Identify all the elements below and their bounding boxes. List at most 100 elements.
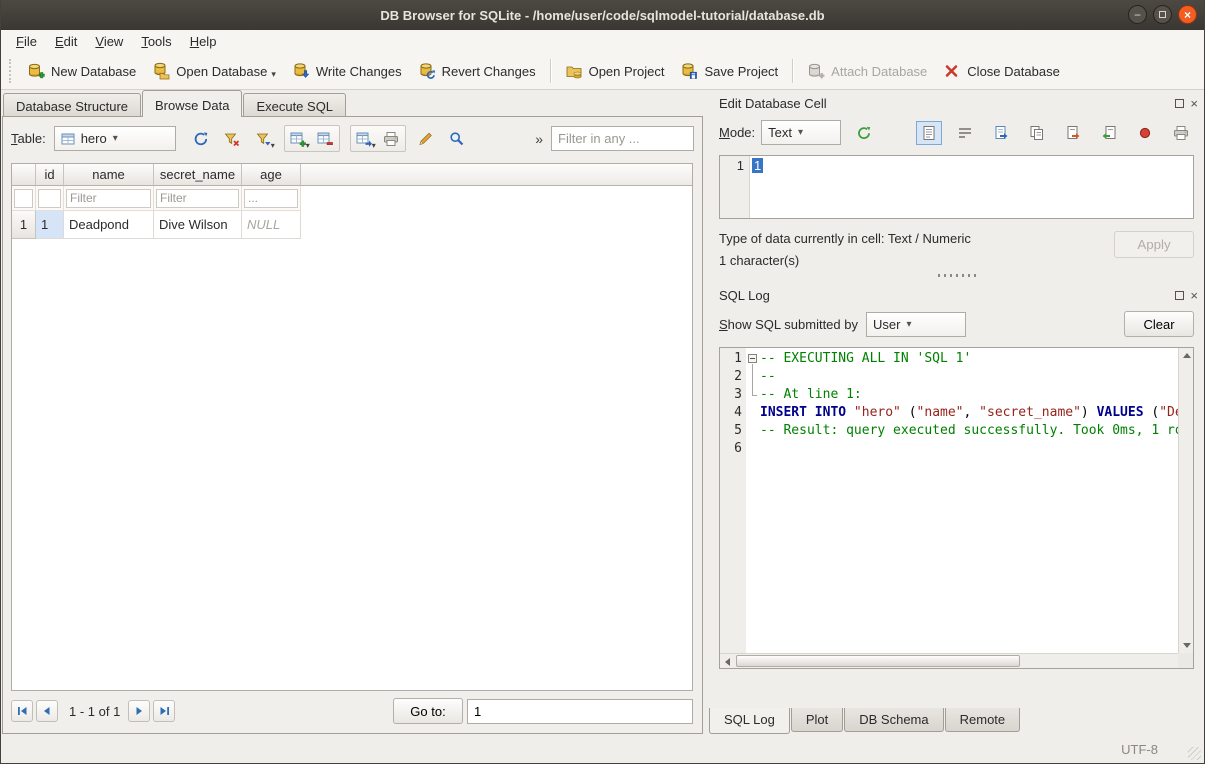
cell-editor[interactable]: 1 1 — [719, 155, 1194, 219]
filter-row-header[interactable] — [14, 189, 33, 208]
toolbar-overflow-chevron[interactable]: » — [531, 131, 547, 147]
scroll-up-icon[interactable] — [1183, 353, 1191, 358]
titlebar[interactable]: DB Browser for SQLite - /home/user/code/… — [1, 0, 1204, 30]
maximize-button[interactable] — [1153, 5, 1172, 24]
text-mode-button[interactable] — [916, 121, 942, 145]
column-header-secret-name[interactable]: secret_name — [154, 164, 242, 186]
close-database-button[interactable]: Close Database — [935, 57, 1068, 85]
export-table-button[interactable]: ▾ — [351, 126, 378, 151]
tab-database-structure[interactable]: Database Structure — [3, 93, 141, 117]
clear-filters-button[interactable] — [219, 126, 246, 151]
open-project-button[interactable]: Open Project — [557, 57, 673, 85]
filter-input-secret-name[interactable] — [156, 189, 239, 208]
close-button[interactable]: × — [1178, 5, 1197, 24]
dock-close-icon[interactable]: × — [1190, 97, 1198, 110]
save-filters-button[interactable]: ▾ — [250, 126, 277, 151]
sql-log-dock-header: SQL Log × — [709, 282, 1204, 306]
write-changes-button[interactable]: Write Changes — [284, 57, 410, 85]
data-grid[interactable]: id name secret_name age 1 1 — [11, 163, 693, 691]
encoding-label: UTF-8 — [1121, 742, 1158, 757]
app-window: DB Browser for SQLite - /home/user/code/… — [0, 0, 1205, 764]
first-record-button[interactable] — [11, 700, 33, 722]
insert-record-button[interactable]: ▾ — [285, 126, 312, 151]
edit-cell-button[interactable] — [413, 126, 440, 151]
delete-record-button[interactable] — [312, 126, 339, 151]
column-header-age[interactable]: age — [242, 164, 301, 186]
sql-log-title: SQL Log — [719, 288, 770, 303]
menu-tools[interactable]: Tools — [132, 31, 180, 52]
open-database-button[interactable]: Open Database ▾ — [144, 57, 284, 85]
sql-log-editor[interactable]: 123456 -- EXECUTING ALL IN 'SQL 1'---- A… — [719, 347, 1194, 669]
filter-any-column-input[interactable] — [551, 126, 694, 151]
tab-execute-sql[interactable]: Execute SQL — [243, 93, 346, 117]
dock-float-icon[interactable] — [1175, 99, 1184, 108]
menu-edit[interactable]: Edit — [46, 31, 86, 52]
tab-plot[interactable]: Plot — [791, 708, 843, 732]
print-table-button[interactable] — [378, 126, 405, 151]
set-null-icon — [1136, 124, 1154, 142]
cell-type-text: Type of data currently in cell: Text / N… — [719, 231, 971, 246]
column-header-id[interactable]: id — [36, 164, 64, 186]
save-project-button[interactable]: Save Project — [672, 57, 786, 85]
grid-corner[interactable] — [12, 164, 36, 186]
print-cell-button[interactable] — [1168, 121, 1194, 145]
revert-changes-button[interactable]: Revert Changes — [410, 57, 544, 85]
text-document-icon — [920, 124, 938, 142]
tab-sql-log[interactable]: SQL Log — [709, 708, 790, 734]
tab-db-schema[interactable]: DB Schema — [844, 708, 943, 732]
dock-float-icon[interactable] — [1175, 291, 1184, 300]
fold-marker-icon[interactable] — [748, 354, 757, 363]
row-number[interactable]: 1 — [12, 211, 36, 239]
dock-close-icon[interactable]: × — [1190, 289, 1198, 302]
export-cell-button[interactable] — [1060, 121, 1086, 145]
cell-secret-name[interactable]: Dive Wilson — [154, 211, 242, 239]
header-filler — [301, 164, 692, 186]
size-grip[interactable] — [1188, 747, 1201, 760]
refresh-button[interactable] — [188, 126, 215, 151]
table-select[interactable]: hero ▾ — [54, 126, 176, 151]
refresh-cell-button[interactable] — [851, 121, 877, 145]
menu-file[interactable]: File — [7, 31, 46, 52]
sql-source-select[interactable]: User ▾ — [866, 312, 966, 337]
cell-id[interactable]: 1 — [36, 211, 64, 239]
cell-editor-content[interactable]: 1 — [752, 158, 763, 173]
previous-record-button[interactable] — [36, 700, 58, 722]
scroll-left-icon[interactable] — [725, 658, 730, 666]
column-header-name[interactable]: name — [64, 164, 154, 186]
menu-help[interactable]: Help — [181, 31, 226, 52]
find-button[interactable] — [444, 126, 471, 151]
tab-remote[interactable]: Remote — [945, 708, 1021, 732]
scrollbar-thumb[interactable] — [736, 655, 1020, 667]
last-record-button[interactable] — [153, 700, 175, 722]
cell-age[interactable]: NULL — [242, 211, 301, 239]
toolbar-grip[interactable] — [9, 59, 15, 83]
minimize-button[interactable]: − — [1128, 5, 1147, 24]
goto-record-input[interactable] — [467, 699, 693, 724]
new-database-button[interactable]: New Database — [19, 57, 144, 85]
mode-select[interactable]: Text ▾ — [761, 120, 841, 145]
show-sql-label: Show SQL submitted by — [719, 317, 858, 332]
set-null-button[interactable] — [1132, 121, 1158, 145]
filter-input-name[interactable] — [66, 189, 151, 208]
copy-cell-button[interactable] — [1024, 121, 1050, 145]
next-record-button[interactable] — [128, 700, 150, 722]
sql-log-lines[interactable]: -- EXECUTING ALL IN 'SQL 1'---- At line … — [760, 348, 1178, 653]
scroll-down-icon[interactable] — [1183, 643, 1191, 648]
menu-view[interactable]: View — [86, 31, 132, 52]
open-in-editor-button[interactable] — [988, 121, 1014, 145]
filter-input-age[interactable] — [244, 189, 298, 208]
vertical-scrollbar[interactable] — [1178, 348, 1193, 653]
word-wrap-button[interactable] — [952, 121, 978, 145]
tab-browse-data[interactable]: Browse Data — [142, 90, 242, 117]
horizontal-scrollbar[interactable] — [720, 653, 1178, 668]
goto-button[interactable]: Go to: — [393, 698, 463, 724]
filter-input-id[interactable] — [38, 189, 61, 208]
open-database-dropdown-icon[interactable]: ▾ — [271, 69, 276, 80]
clear-log-button[interactable]: Clear — [1124, 311, 1194, 337]
splitter-handle[interactable] — [709, 268, 1204, 282]
cell-name[interactable]: Deadpond — [64, 211, 154, 239]
table-select-value: hero — [81, 131, 107, 146]
refresh-cell-icon — [855, 124, 873, 142]
import-cell-button[interactable] — [1096, 121, 1122, 145]
attach-database-icon — [807, 62, 825, 80]
